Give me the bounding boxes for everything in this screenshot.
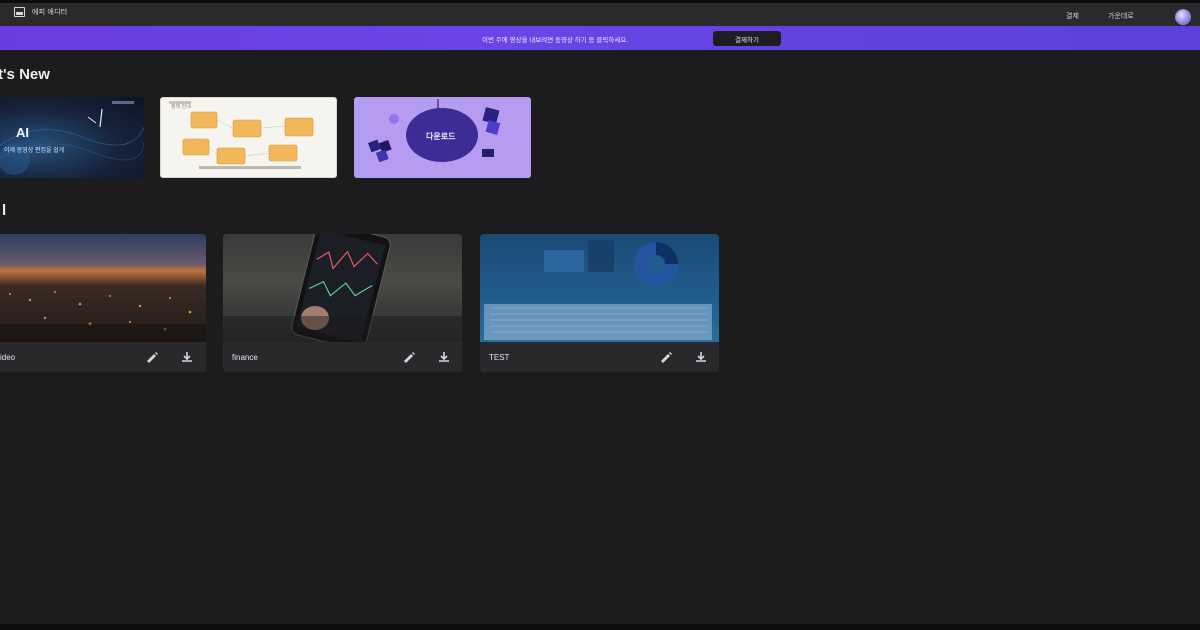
projects-title: l xyxy=(2,202,7,219)
phone-graphic xyxy=(223,234,462,342)
pencil-icon xyxy=(147,352,158,363)
project-title: TEST xyxy=(489,353,510,362)
edit-button[interactable] xyxy=(657,349,675,365)
edit-button[interactable] xyxy=(143,349,161,365)
banner-button[interactable]: 결제하기 xyxy=(713,31,781,46)
top-bar: 에피 에디터 결제 가운데로 xyxy=(0,3,1200,26)
promo-download-caption: 다운로드 xyxy=(426,132,456,141)
image-icon xyxy=(14,7,25,17)
project-title: video xyxy=(0,353,16,362)
promo-folders-caption: 정책 안내 xyxy=(171,104,191,110)
whats-new-title: t's New xyxy=(0,66,50,83)
promo-banner: 이번 주에 영상을 내보려면 동영상 하기 등 클릭하세요. 결제하기 xyxy=(0,26,1200,50)
window-frame-bottom xyxy=(0,624,1200,630)
nav-item-center[interactable]: 가운데로 xyxy=(1108,11,1134,21)
promo-folders-graphic xyxy=(169,101,314,169)
brand[interactable]: 에피 에디터 xyxy=(14,7,67,17)
brand-name: 에피 에디터 xyxy=(32,9,68,16)
promo-card-folders[interactable]: 정책 안내 xyxy=(160,97,337,178)
banner-text: 이번 주에 영상을 내보려면 동영상 하기 등 클릭하세요. xyxy=(482,37,629,44)
download-button[interactable] xyxy=(692,349,710,365)
promo-card-ai[interactable]: AI 이제 동영상 편집을 쉽게 xyxy=(0,97,144,178)
nav-item-billing[interactable]: 결제 xyxy=(1066,11,1079,21)
project-card: finance xyxy=(223,234,462,372)
project-card: video xyxy=(0,234,206,372)
promo-ai-title: AI xyxy=(16,125,29,140)
promo-card-download[interactable]: 다운로드 xyxy=(354,97,531,178)
download-icon xyxy=(182,352,192,362)
download-button[interactable] xyxy=(435,349,453,365)
chart-graphic xyxy=(484,240,712,340)
city-graphic xyxy=(0,291,206,342)
project-card: TEST xyxy=(480,234,719,372)
project-thumbnail[interactable] xyxy=(480,234,719,342)
pencil-icon xyxy=(661,352,672,363)
pencil-icon xyxy=(404,352,415,363)
promo-ai-caption: 이제 동영상 편집을 쉽게 xyxy=(4,148,65,154)
project-title: finance xyxy=(232,353,258,362)
download-icon xyxy=(439,352,449,362)
project-thumbnail[interactable] xyxy=(0,234,206,342)
download-button[interactable] xyxy=(178,349,196,365)
download-icon xyxy=(696,352,706,362)
edit-button[interactable] xyxy=(400,349,418,365)
project-thumbnail[interactable] xyxy=(223,234,462,342)
avatar[interactable] xyxy=(1175,9,1191,25)
